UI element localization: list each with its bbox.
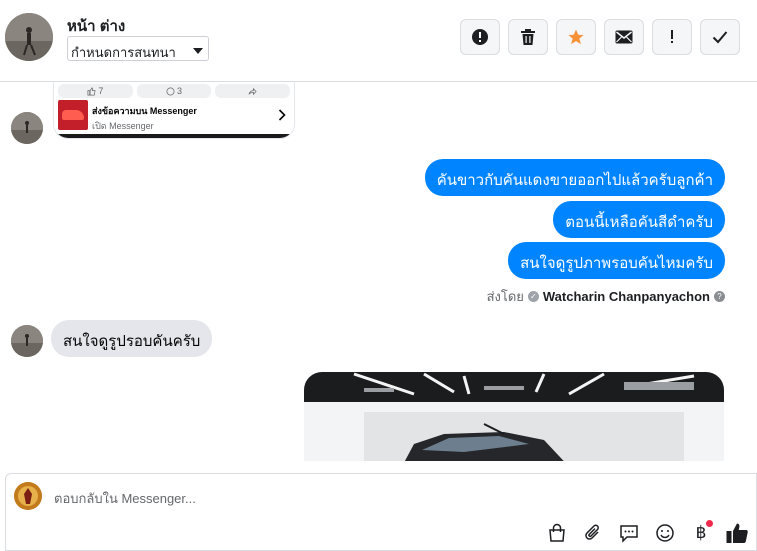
profile-photo — [5, 13, 53, 61]
comment-count-value: 3 — [177, 86, 183, 96]
exclamation-icon — [671, 30, 673, 43]
envelope-icon — [615, 30, 633, 44]
composer-tools: ฿ — [544, 520, 750, 546]
sender-avatar[interactable] — [11, 325, 43, 357]
car-showroom-image — [304, 372, 724, 461]
speech-bubble-icon — [620, 525, 638, 543]
car-photo[interactable] — [304, 372, 724, 461]
sent-by-label: ส่งโดย ✓ Watcharin Chanpanyachon ? — [487, 286, 725, 307]
check-icon — [712, 31, 728, 44]
trash-icon — [521, 29, 535, 45]
conversation-header: หน้า ต่าง กำหนดการสนทนา — [0, 0, 757, 82]
chevron-right-icon — [278, 108, 286, 124]
select-value: กำหนดการสนทนา — [71, 45, 176, 60]
shared-post-card[interactable]: 7 3 ส่งข้อความบน Messenger เปิด Messenge… — [54, 82, 294, 138]
mark-unread-button[interactable] — [604, 19, 644, 55]
emoji-button[interactable] — [652, 520, 678, 546]
sent-by-prefix: ส่งโดย — [486, 289, 524, 304]
page-logo — [14, 482, 42, 510]
post-stats: 7 3 — [54, 82, 294, 99]
star-icon — [568, 29, 584, 45]
exclamation-circle-icon — [472, 29, 488, 45]
sender-avatar[interactable] — [11, 112, 43, 144]
card-title: ส่งข้อความบน Messenger — [92, 106, 197, 116]
share-icon — [248, 87, 257, 95]
spam-button[interactable] — [460, 19, 500, 55]
messenger-conversation: หน้า ต่าง กำหนดการสนทนา 7 3 ส่งข้อความบน… — [0, 0, 757, 551]
done-button[interactable] — [700, 19, 740, 55]
message-thread[interactable]: 7 3 ส่งข้อความบน Messenger เปิด Messenge… — [0, 82, 757, 461]
comment-icon — [166, 87, 175, 95]
smiley-icon — [656, 524, 674, 542]
star-button[interactable] — [556, 19, 596, 55]
conversation-label-select[interactable]: กำหนดการสนทนา — [67, 36, 209, 61]
comment-count: 3 — [136, 84, 212, 98]
notification-dot — [706, 520, 713, 527]
reply-input[interactable] — [54, 488, 654, 508]
profile-photo — [11, 112, 43, 144]
like-button[interactable] — [724, 520, 750, 546]
priority-button[interactable] — [652, 19, 692, 55]
incoming-message[interactable]: สนใจดูรูปรอบคันครับ — [51, 320, 213, 357]
saved-replies-button[interactable] — [616, 520, 642, 546]
like-count-value: 7 — [98, 86, 104, 96]
thumbs-up-icon — [87, 87, 96, 95]
baht-icon: ฿ — [695, 523, 707, 542]
caret-down-icon — [193, 48, 203, 54]
share-stat — [215, 84, 291, 98]
outgoing-message[interactable]: ตอนนี้เหลือคันสีดำครับ — [553, 201, 725, 238]
delete-button[interactable] — [508, 19, 548, 55]
shopping-bag-icon — [549, 523, 565, 542]
card-subtitle: เปิด Messenger — [92, 121, 154, 131]
sent-by-name[interactable]: Watcharin Chanpanyachon — [543, 289, 710, 304]
post-thumbnail — [58, 100, 88, 130]
attach-button[interactable] — [580, 520, 606, 546]
verified-icon: ✓ — [527, 291, 539, 302]
thumbs-up-icon — [726, 523, 748, 543]
header-actions — [460, 19, 740, 55]
contact-name[interactable]: หน้า ต่าง — [67, 14, 125, 38]
outgoing-message[interactable]: คันขาวกับคันแดงขายออกไปแล้วครับลูกค้า — [424, 159, 725, 196]
like-count: 7 — [58, 84, 133, 98]
help-icon[interactable]: ? — [714, 291, 725, 302]
page-avatar — [14, 482, 42, 510]
reply-composer: ฿ — [5, 473, 757, 551]
profile-photo — [11, 325, 43, 357]
shop-button[interactable] — [544, 520, 570, 546]
avatar[interactable] — [5, 13, 53, 61]
payment-button[interactable]: ฿ — [688, 520, 714, 546]
card-bottom-bar — [54, 134, 294, 138]
paperclip-icon — [585, 524, 599, 540]
outgoing-message[interactable]: สนใจดูรูปภาพรอบคันไหมครับ — [508, 242, 725, 279]
